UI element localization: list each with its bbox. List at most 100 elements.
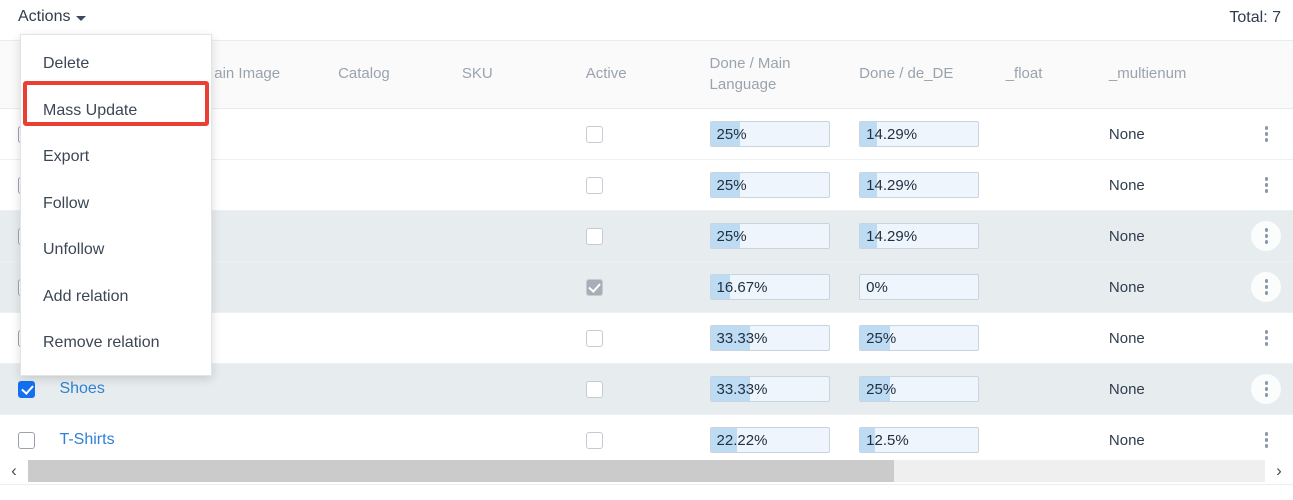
- progress-bar-de-de[interactable]: 14.29%: [859, 121, 979, 147]
- row-actions-wrap: [1241, 313, 1291, 363]
- column-header-actions: [1241, 41, 1293, 109]
- cell-main-image: [202, 262, 326, 313]
- row-actions-menu-icon[interactable]: [1251, 272, 1281, 302]
- cell-active: [574, 415, 698, 459]
- progress-bar-main-language[interactable]: 25%: [710, 121, 830, 147]
- active-checkbox[interactable]: [586, 126, 603, 143]
- cell-row-actions: [1241, 262, 1293, 313]
- cell-main-image: [202, 415, 326, 459]
- column-header-catalog[interactable]: Catalog: [326, 41, 450, 109]
- column-header-main-image[interactable]: ain Image: [202, 41, 326, 109]
- cell-done-main-language: 33.33%: [698, 313, 848, 364]
- record-name-link[interactable]: Shoes: [59, 380, 104, 397]
- cell-row-actions: [1241, 313, 1293, 364]
- scrollbar-thumb[interactable]: [28, 460, 894, 482]
- row-actions-menu-icon[interactable]: [1251, 425, 1281, 455]
- column-header-sku[interactable]: SKU: [450, 41, 574, 109]
- cell-catalog: [326, 313, 450, 364]
- row-actions-menu-icon[interactable]: [1251, 119, 1281, 149]
- progress-value-label: 33.33%: [717, 377, 768, 402]
- active-checkbox[interactable]: [586, 177, 603, 194]
- menu-item-add-relation[interactable]: Add relation: [21, 274, 211, 321]
- cell-catalog: [326, 109, 450, 160]
- menu-item-export[interactable]: Export: [21, 134, 211, 181]
- progress-value-label: 14.29%: [866, 173, 917, 198]
- cell-float: [994, 313, 1097, 364]
- progress-bar-de-de[interactable]: 25%: [859, 325, 979, 351]
- progress-bar-main-language[interactable]: 33.33%: [710, 325, 830, 351]
- cell-active: [574, 109, 698, 160]
- progress-bar-main-language[interactable]: 22.22%: [710, 427, 830, 453]
- active-checkbox[interactable]: [586, 381, 603, 398]
- progress-value-label: 12.5%: [866, 428, 909, 453]
- scrollbar-track[interactable]: [28, 460, 1265, 482]
- menu-item-mass-update[interactable]: Mass Update: [21, 88, 211, 135]
- cell-row-actions: [1241, 364, 1293, 415]
- progress-bar-main-language[interactable]: 25%: [710, 223, 830, 249]
- cell-done-de-de: 12.5%: [847, 415, 994, 459]
- cell-main-image: [202, 211, 326, 262]
- menu-item-unfollow[interactable]: Unfollow: [21, 227, 211, 274]
- progress-bar-de-de[interactable]: 0%: [859, 274, 979, 300]
- progress-bar-de-de[interactable]: 12.5%: [859, 427, 979, 453]
- cell-sku: [450, 211, 574, 262]
- cell-main-image: [202, 364, 326, 415]
- column-header-active[interactable]: Active: [574, 41, 698, 109]
- products-grid-page: Actions Total: 7 ain Image Catalog SKU A…: [0, 0, 1293, 500]
- row-actions-menu-icon[interactable]: [1251, 221, 1281, 251]
- active-checkbox[interactable]: [586, 330, 603, 347]
- row-actions-menu-icon[interactable]: [1251, 323, 1281, 353]
- progress-value-label: 0%: [866, 275, 888, 300]
- column-header-done-main-language[interactable]: Done / Main Language: [698, 41, 848, 109]
- row-actions-menu-icon[interactable]: [1251, 170, 1281, 200]
- progress-bar-main-language[interactable]: 16.67%: [710, 274, 830, 300]
- actions-dropdown-menu: DeleteMass UpdateExportFollowUnfollowAdd…: [20, 34, 212, 376]
- active-checkbox[interactable]: [586, 432, 603, 449]
- progress-bar-main-language[interactable]: 25%: [710, 172, 830, 198]
- progress-bar-de-de[interactable]: 14.29%: [859, 223, 979, 249]
- cell-catalog: [326, 211, 450, 262]
- cell-multienum: None: [1097, 364, 1241, 415]
- progress-value-label: 16.67%: [717, 275, 768, 300]
- scroll-left-arrow-icon[interactable]: ‹: [0, 458, 28, 484]
- cell-active: [574, 262, 698, 313]
- column-header-multienum[interactable]: _multienum: [1097, 41, 1241, 109]
- menu-item-remove-relation[interactable]: Remove relation: [21, 320, 211, 367]
- progress-value-label: 25%: [717, 224, 747, 249]
- cell-catalog: [326, 160, 450, 211]
- progress-bar-de-de[interactable]: 25%: [859, 376, 979, 402]
- menu-item-follow[interactable]: Follow: [21, 181, 211, 228]
- menu-item-delete[interactable]: Delete: [21, 41, 211, 88]
- bottom-strip: [0, 484, 1293, 500]
- column-header-float[interactable]: _float: [994, 41, 1097, 109]
- row-select-checkbox[interactable]: [18, 381, 35, 398]
- active-checkbox[interactable]: [586, 228, 603, 245]
- row-actions-menu-icon[interactable]: [1251, 374, 1281, 404]
- scroll-right-arrow-icon[interactable]: ›: [1265, 458, 1293, 484]
- row-select-checkbox[interactable]: [18, 432, 35, 449]
- record-name-link[interactable]: T-Shirts: [59, 431, 114, 448]
- progress-bar-de-de[interactable]: 14.29%: [859, 172, 979, 198]
- cell-done-main-language: 25%: [698, 109, 848, 160]
- cell-done-main-language: 33.33%: [698, 364, 848, 415]
- horizontal-scrollbar[interactable]: ‹ ›: [0, 458, 1293, 484]
- cell-sku: [450, 415, 574, 459]
- cell-done-main-language: 22.22%: [698, 415, 848, 459]
- progress-value-label: 25%: [866, 377, 896, 402]
- cell-float: [994, 160, 1097, 211]
- progress-value-label: 14.29%: [866, 224, 917, 249]
- actions-dropdown-button[interactable]: Actions: [18, 9, 86, 25]
- cell-active: [574, 313, 698, 364]
- cell-float: [994, 364, 1097, 415]
- cell-row-actions: [1241, 211, 1293, 262]
- column-header-done-de-de[interactable]: Done / de_DE: [847, 41, 994, 109]
- cell-done-de-de: 25%: [847, 313, 994, 364]
- row-actions-wrap: [1241, 262, 1291, 312]
- progress-bar-main-language[interactable]: 33.33%: [710, 376, 830, 402]
- table-row[interactable]: T-Shirts22.22%12.5%None: [0, 415, 1293, 459]
- active-checkbox[interactable]: [586, 279, 603, 296]
- cell-catalog: [326, 262, 450, 313]
- row-actions-wrap: [1241, 364, 1291, 414]
- cell-multienum: None: [1097, 313, 1241, 364]
- cell-done-de-de: 0%: [847, 262, 994, 313]
